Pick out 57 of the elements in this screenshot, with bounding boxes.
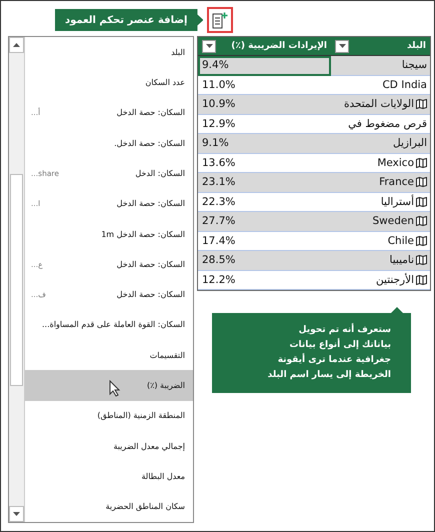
map-icon (416, 274, 427, 285)
field-list-item[interactable]: البلد (25, 37, 193, 68)
map-icon (416, 177, 427, 188)
field-list-item[interactable]: السكان: حصة الدخل 1m (25, 218, 193, 250)
scroll-up-icon (13, 43, 20, 47)
column-header: البلد (331, 37, 430, 56)
field-list-item[interactable]: التقسيمات (25, 340, 193, 370)
field-list-item[interactable]: السكان: حصة الدخل. (25, 128, 193, 158)
field-list-item[interactable]: معدل البطالة (25, 461, 193, 492)
map-icon (416, 99, 427, 110)
table-cell: Chile (331, 232, 430, 251)
scrollbar[interactable] (9, 37, 25, 522)
column-header: الإيرادات الضريبية (٪) (198, 37, 331, 56)
field-list-item[interactable]: عدد السكان (25, 67, 193, 98)
table-cell: Sweden (331, 212, 430, 232)
table-cell: سيجنا (331, 56, 430, 76)
caret-icon (206, 44, 212, 48)
table-cell: ناميبيا (331, 251, 430, 270)
table-cell: 10.9% (198, 95, 331, 114)
cursor-icon (109, 380, 121, 398)
map-icon (416, 196, 427, 207)
table-cell: 12.2% (198, 270, 331, 290)
map-icon (416, 216, 427, 226)
add-column-icon (212, 12, 228, 28)
table-cell: 13.6% (198, 154, 331, 173)
field-list-item[interactable]: الضريبة (٪) (25, 370, 193, 401)
tip-box: ستعرف أنه تم تحويل بياناتك إلى أنواع بيانات جغرافية عندما ترى أيقونة الخريطة إلى يسار اسم البلد (212, 307, 411, 393)
table-cell: France (331, 173, 430, 192)
table-cell: 9.1% (198, 134, 331, 154)
table-cell: الولايات المتحدة (331, 95, 430, 114)
caret-icon (338, 44, 346, 48)
filter-button[interactable] (202, 40, 216, 52)
callout-label: إضافة عنصر تحكم العمود (55, 9, 204, 31)
table-cell: أستراليا (331, 192, 430, 212)
map-icon (416, 236, 427, 246)
field-list-item[interactable]: السكان: القوة العاملة على قدم المساواة... (25, 310, 193, 340)
table-cell: 27.7% (198, 212, 331, 232)
table-cell: 17.4% (198, 232, 331, 251)
table-cell: CD India (331, 76, 430, 95)
filter-button[interactable] (335, 40, 349, 52)
scroll-down-icon (13, 512, 20, 516)
table-cell: 28.5% (198, 251, 331, 270)
table-cell: 9.4% (198, 56, 331, 76)
field-list-item[interactable]: إجمالي معدل الضريبة (25, 431, 193, 462)
table-cell: قرص مضغوط في (331, 114, 430, 134)
table-cell: Mexico (331, 154, 430, 173)
field-list-item[interactable]: سكان المناطق الحضرية (25, 492, 193, 522)
map-icon (416, 255, 427, 266)
table-cell: 12.9% (198, 114, 331, 134)
table-cell: البرازيل (331, 134, 430, 154)
table-cell: 22.3% (198, 192, 331, 212)
field-list-item[interactable]: المنطقة الزمنية (المناطق) (25, 400, 193, 432)
table-cell: 23.1% (198, 173, 331, 192)
map-icon (416, 158, 427, 168)
table-cell: 11.0% (198, 76, 331, 95)
add-column-button[interactable] (207, 7, 234, 33)
table-cell: الأرجنتين (331, 270, 430, 290)
